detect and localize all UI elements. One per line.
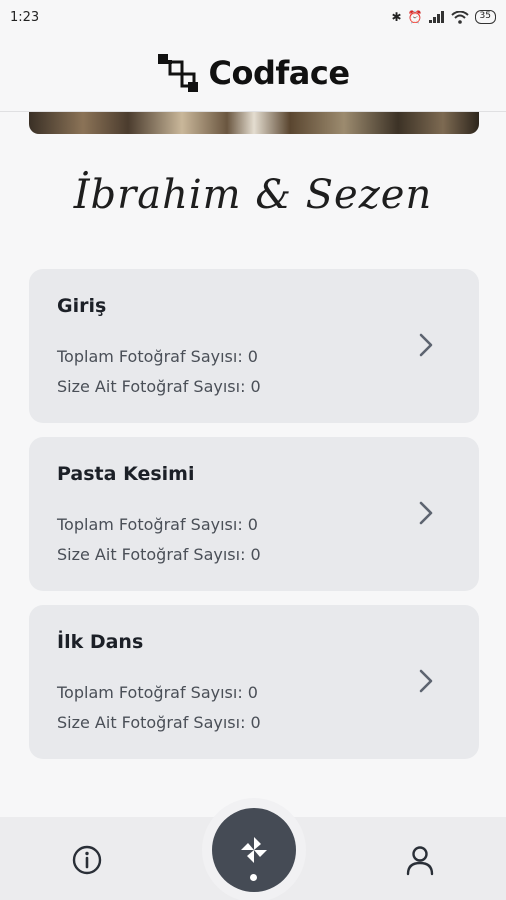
own-photo-count: Size Ait Fotoğraf Sayısı: 0 [57,713,261,732]
album-title: Pasta Kesimi [57,463,195,485]
album-title: Giriş [57,295,107,317]
couple-name: İbrahim & Sezen [73,172,433,218]
status-bar: 1:23 ✱ ⏰ 35 [0,0,506,34]
wifi-icon [450,10,469,24]
bluetooth-icon: ✱ [391,10,402,24]
album-card[interactable]: Pasta Kesimi Toplam Fotoğraf Sayısı: 0 S… [29,437,479,591]
signal-icon [428,11,444,23]
logo-text: Codface [208,53,350,92]
codface-logo-icon [158,53,199,92]
chevron-right-icon [419,333,433,357]
status-time: 1:23 [10,9,40,25]
user-icon[interactable] [403,843,437,877]
chevron-right-icon [419,501,433,525]
album-title: İlk Dans [57,631,144,653]
total-photo-count: Toplam Fotoğraf Sayısı: 0 [57,515,258,534]
battery-icon: 35 [474,10,496,24]
pinwheel-icon [241,837,267,863]
album-card[interactable]: İlk Dans Toplam Fotoğraf Sayısı: 0 Size … [29,605,479,759]
cover-photo [29,112,479,134]
chevron-right-icon [419,669,433,693]
status-icons: ✱ ⏰ 35 [392,10,496,24]
total-photo-count: Toplam Fotoğraf Sayısı: 0 [57,683,258,702]
alarm-icon: ⏰ [407,10,423,24]
own-photo-count: Size Ait Fotoğraf Sayısı: 0 [57,545,261,564]
center-action-button[interactable] [212,808,296,892]
app-header: Codface [0,34,506,112]
total-photo-count: Toplam Fotoğraf Sayısı: 0 [57,347,258,366]
own-photo-count: Size Ait Fotoğraf Sayısı: 0 [57,377,261,396]
album-card[interactable]: Giriş Toplam Fotoğraf Sayısı: 0 Size Ait… [29,269,479,423]
info-icon[interactable] [70,843,104,877]
active-indicator-dot [250,874,257,881]
